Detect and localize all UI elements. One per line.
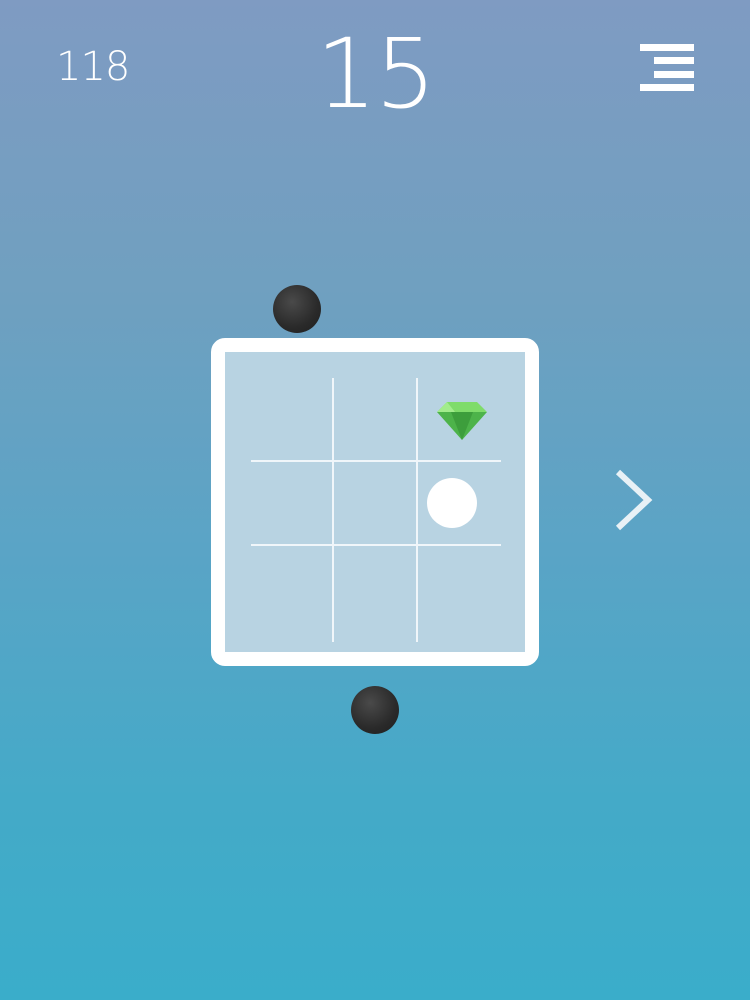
obstacle-ball-top	[273, 285, 321, 333]
menu-button[interactable]	[640, 44, 696, 92]
grid-line-horizontal	[251, 544, 501, 546]
grid-line-horizontal	[251, 460, 501, 462]
obstacle-ball-bottom	[351, 686, 399, 734]
grid-line-vertical	[332, 378, 334, 642]
game-screen: 118 15	[0, 0, 750, 1000]
grid-line-vertical	[416, 378, 418, 642]
next-button[interactable]	[606, 466, 662, 534]
hamburger-menu-icon	[640, 44, 696, 92]
chevron-right-icon	[615, 469, 653, 531]
diamond-gem-icon	[437, 402, 487, 440]
current-score: 15	[315, 18, 436, 130]
player-ball	[427, 478, 477, 528]
game-board[interactable]	[211, 338, 539, 666]
